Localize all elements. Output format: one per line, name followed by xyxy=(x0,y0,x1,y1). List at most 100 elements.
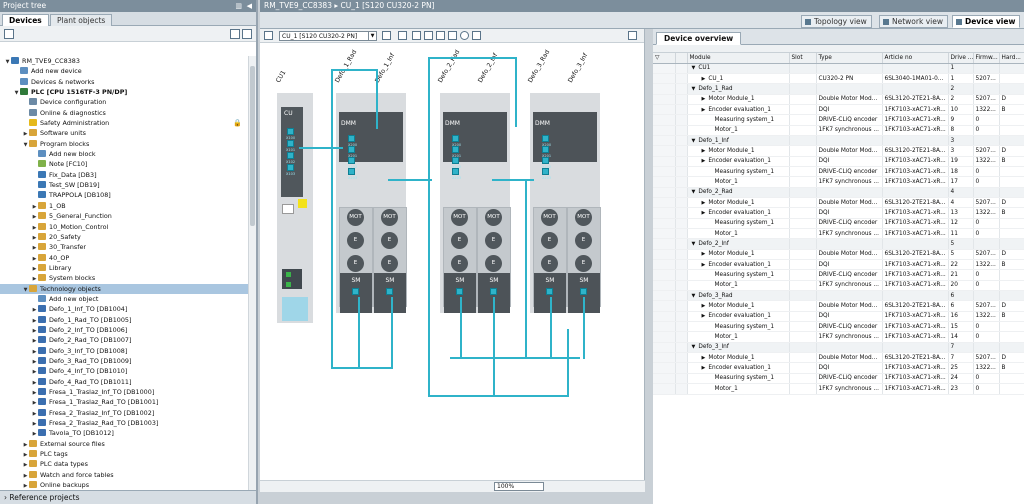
cell-module[interactable]: Motor_1 xyxy=(687,176,790,188)
motor-icon[interactable]: MOT xyxy=(451,209,468,226)
tree-item[interactable]: ▶ Defo_1_Rad_TO [DB1005] xyxy=(0,315,248,325)
cell-module[interactable]: Measuring system_1 xyxy=(687,114,790,126)
cell-module[interactable]: Measuring system_1 xyxy=(687,321,790,333)
tree-item[interactable]: ▶ 30_Transfer xyxy=(0,242,248,252)
list-view-icon[interactable] xyxy=(230,29,240,39)
tree-item[interactable]: Fix_Data [DB3] xyxy=(0,170,248,180)
table-row[interactable]: ▶ Encoder evaluation_1 DQI 1FK7103-xAC71-xR… xyxy=(653,156,1024,167)
col-slot[interactable]: Slot xyxy=(789,53,817,64)
cell-module[interactable]: Motor_1 xyxy=(687,331,790,343)
motor-icon[interactable]: MOT xyxy=(485,209,502,226)
table-row[interactable]: ▶ Encoder evaluation_1 DQI 1FK7103-xAC71-xR… xyxy=(653,207,1024,219)
sm-port[interactable] xyxy=(580,288,587,295)
encoder-icon[interactable]: E xyxy=(575,255,592,272)
table-icon[interactable] xyxy=(398,31,407,40)
tree-item[interactable]: Devices & networks xyxy=(0,77,248,87)
tree-item[interactable]: ▶ Defo_1_Inf_TO [DB1004] xyxy=(0,304,248,314)
table-row[interactable]: Measuring system_1 DRIVE-CLiQ encoder 1FK7… xyxy=(653,269,1024,281)
tree-item[interactable]: ▼ PLC [CPU 1516TF-3 PN/DP] xyxy=(0,87,248,97)
expand-arrow-icon[interactable]: ▶ xyxy=(702,365,706,371)
cell-module[interactable]: ▼ Defo_3_Rad xyxy=(687,290,790,302)
expand-arrow-icon[interactable]: ▶ xyxy=(702,158,706,164)
cell-module[interactable]: Measuring system_1 xyxy=(687,269,790,281)
download-icon[interactable] xyxy=(472,31,481,40)
tab-plant-objects[interactable]: Plant objects xyxy=(50,14,113,26)
expand-arrow-icon[interactable]: ▶ xyxy=(702,107,706,113)
device-canvas[interactable]: CU_1 [S120 CU320-2 PN] ▼ CU1 Defo_1_Rad Def… xyxy=(260,29,645,492)
pin-icon[interactable]: ▥ xyxy=(235,0,242,12)
encoder-icon[interactable]: E xyxy=(381,232,398,249)
cell-module[interactable]: ▼ Defo_1_Rad xyxy=(687,83,790,95)
network-icon[interactable] xyxy=(436,31,445,40)
tree-item[interactable]: ▶ Fresa_2_Traslaz_Inf_TO [DB1002] xyxy=(0,408,248,418)
expand-arrow-icon[interactable]: ▶ xyxy=(702,148,706,154)
cell-module[interactable]: Motor_1 xyxy=(687,280,790,292)
tree-item[interactable]: ▶ 5_General_Function xyxy=(0,211,248,221)
table-row[interactable]: ▶ Motor Module_1 Double Motor Mod... 6SL312… xyxy=(653,300,1024,312)
table-row[interactable]: ▶ Motor Module_1 Double Motor Mod... 6SL312… xyxy=(653,249,1024,261)
cu-port[interactable] xyxy=(287,128,294,135)
table-row[interactable]: ▶ Motor Module_1 Double Motor Mod... 6SL312… xyxy=(653,94,1024,105)
dmm-port[interactable] xyxy=(542,135,549,142)
tree-item[interactable]: ▶ Watch and force tables xyxy=(0,470,248,480)
table-row[interactable]: Measuring system_1 DRIVE-CLiQ encoder 1FK7… xyxy=(653,114,1024,126)
cell-module[interactable]: ▶ Encoder evaluation_1 xyxy=(687,311,790,323)
cell-module[interactable]: ▼ Defo_3_Inf xyxy=(687,342,790,354)
encoder-icon[interactable]: E xyxy=(381,255,398,272)
cell-module[interactable]: ▼ Defo_2_Inf xyxy=(687,238,790,250)
table-row[interactable]: ▼ CU1 1 xyxy=(653,63,1024,74)
table-row[interactable]: ▶ Motor Module_1 Double Motor Mod... 6SL312… xyxy=(653,145,1024,157)
expand-arrow-icon[interactable]: ▼ xyxy=(692,344,696,350)
tree-item[interactable]: ▶ 40_OP xyxy=(0,253,248,263)
encoder-icon[interactable]: E xyxy=(347,232,364,249)
tree-view-icon[interactable] xyxy=(242,29,252,39)
table-row[interactable]: ▶ Encoder evaluation_1 DQI 1FK7103-xAC71-xR… xyxy=(653,311,1024,323)
encoder-icon[interactable]: E xyxy=(451,232,468,249)
table-row[interactable]: ▶ Encoder evaluation_1 DQI 1FK7103-xAC71-xR… xyxy=(653,259,1024,271)
tree-item[interactable]: Add new object xyxy=(0,294,248,304)
table-row[interactable]: ▼ Defo_2_Inf 5 xyxy=(653,238,1024,250)
tab-topology-view[interactable]: Topology view xyxy=(801,15,872,28)
cell-module[interactable]: ▼ CU1 xyxy=(687,63,790,74)
tree-item[interactable]: ▶ Defo_3_Inf_TO [DB1008] xyxy=(0,346,248,356)
cell-module[interactable]: ▶ Encoder evaluation_1 xyxy=(687,362,790,374)
device-view-toggle-icon[interactable] xyxy=(264,31,273,40)
cell-module[interactable]: ▶ Encoder evaluation_1 xyxy=(687,207,790,219)
tree-item[interactable]: ▶ Fresa_1_Traslaz_Rad_TO [DB1001] xyxy=(0,397,248,407)
sm-port[interactable] xyxy=(490,288,497,295)
table-row[interactable]: ▼ Defo_1_Rad 2 xyxy=(653,83,1024,95)
overview-toggle-icon[interactable] xyxy=(628,31,637,40)
table-row[interactable]: Measuring system_1 DRIVE-CLiQ encoder 1FK7… xyxy=(653,218,1024,230)
table-row[interactable]: Measuring system_1 DRIVE-CLiQ encoder 1FK7… xyxy=(653,373,1024,385)
encoder-icon[interactable]: E xyxy=(541,255,558,272)
encoder-icon[interactable]: E xyxy=(485,255,502,272)
motor-icon[interactable]: MOT xyxy=(347,209,364,226)
dmm-port[interactable] xyxy=(348,135,355,142)
table-row[interactable]: Motor_1 1FK7 synchronous ... 1FK7103-xAC71… xyxy=(653,280,1024,292)
cell-module[interactable]: ▼ Defo_1_Inf xyxy=(687,135,790,147)
grid-icon[interactable] xyxy=(448,31,457,40)
table-row[interactable]: Motor_1 1FK7 synchronous ... 1FK7103-xAC71… xyxy=(653,125,1024,136)
cell-module[interactable]: ▶ Motor Module_1 xyxy=(687,145,790,157)
layout-icon[interactable] xyxy=(424,31,433,40)
table-row[interactable]: Motor_1 1FK7 synchronous ... 1FK7103-xAC71… xyxy=(653,331,1024,343)
cell-module[interactable]: ▶ Motor Module_1 xyxy=(687,249,790,261)
project-tree-scrollbar[interactable] xyxy=(248,56,256,490)
dmm-port[interactable] xyxy=(452,157,459,164)
table-row[interactable]: ▶ Encoder evaluation_1 DQI 1FK7103-xAC71-xR… xyxy=(653,362,1024,374)
expand-arrow-icon[interactable]: ▼ xyxy=(692,241,696,247)
new-device-icon[interactable] xyxy=(4,29,14,39)
tree-item[interactable]: ▶ Library xyxy=(0,263,248,273)
filter-icon[interactable]: ▽ xyxy=(653,53,676,64)
device-select[interactable]: CU_1 [S120 CU320-2 PN] ▼ xyxy=(279,31,377,41)
col-module[interactable]: Module xyxy=(687,53,790,64)
table-row[interactable]: ▶ Encoder evaluation_1 DQI 1FK7103-xAC71-xR… xyxy=(653,104,1024,116)
expand-arrow-icon[interactable]: ▼ xyxy=(692,138,696,144)
sm-port[interactable] xyxy=(546,288,553,295)
dmm-port[interactable] xyxy=(348,157,355,164)
expand-arrow-icon[interactable]: ▶ xyxy=(702,313,706,319)
cell-module[interactable]: Measuring system_1 xyxy=(687,166,790,178)
tree-item[interactable]: ▶ External source files xyxy=(0,439,248,449)
table-row[interactable]: ▶ Motor Module_1 Double Motor Mod... 6SL312… xyxy=(653,197,1024,209)
tree-item[interactable]: Test_SW [DB19] xyxy=(0,180,248,190)
